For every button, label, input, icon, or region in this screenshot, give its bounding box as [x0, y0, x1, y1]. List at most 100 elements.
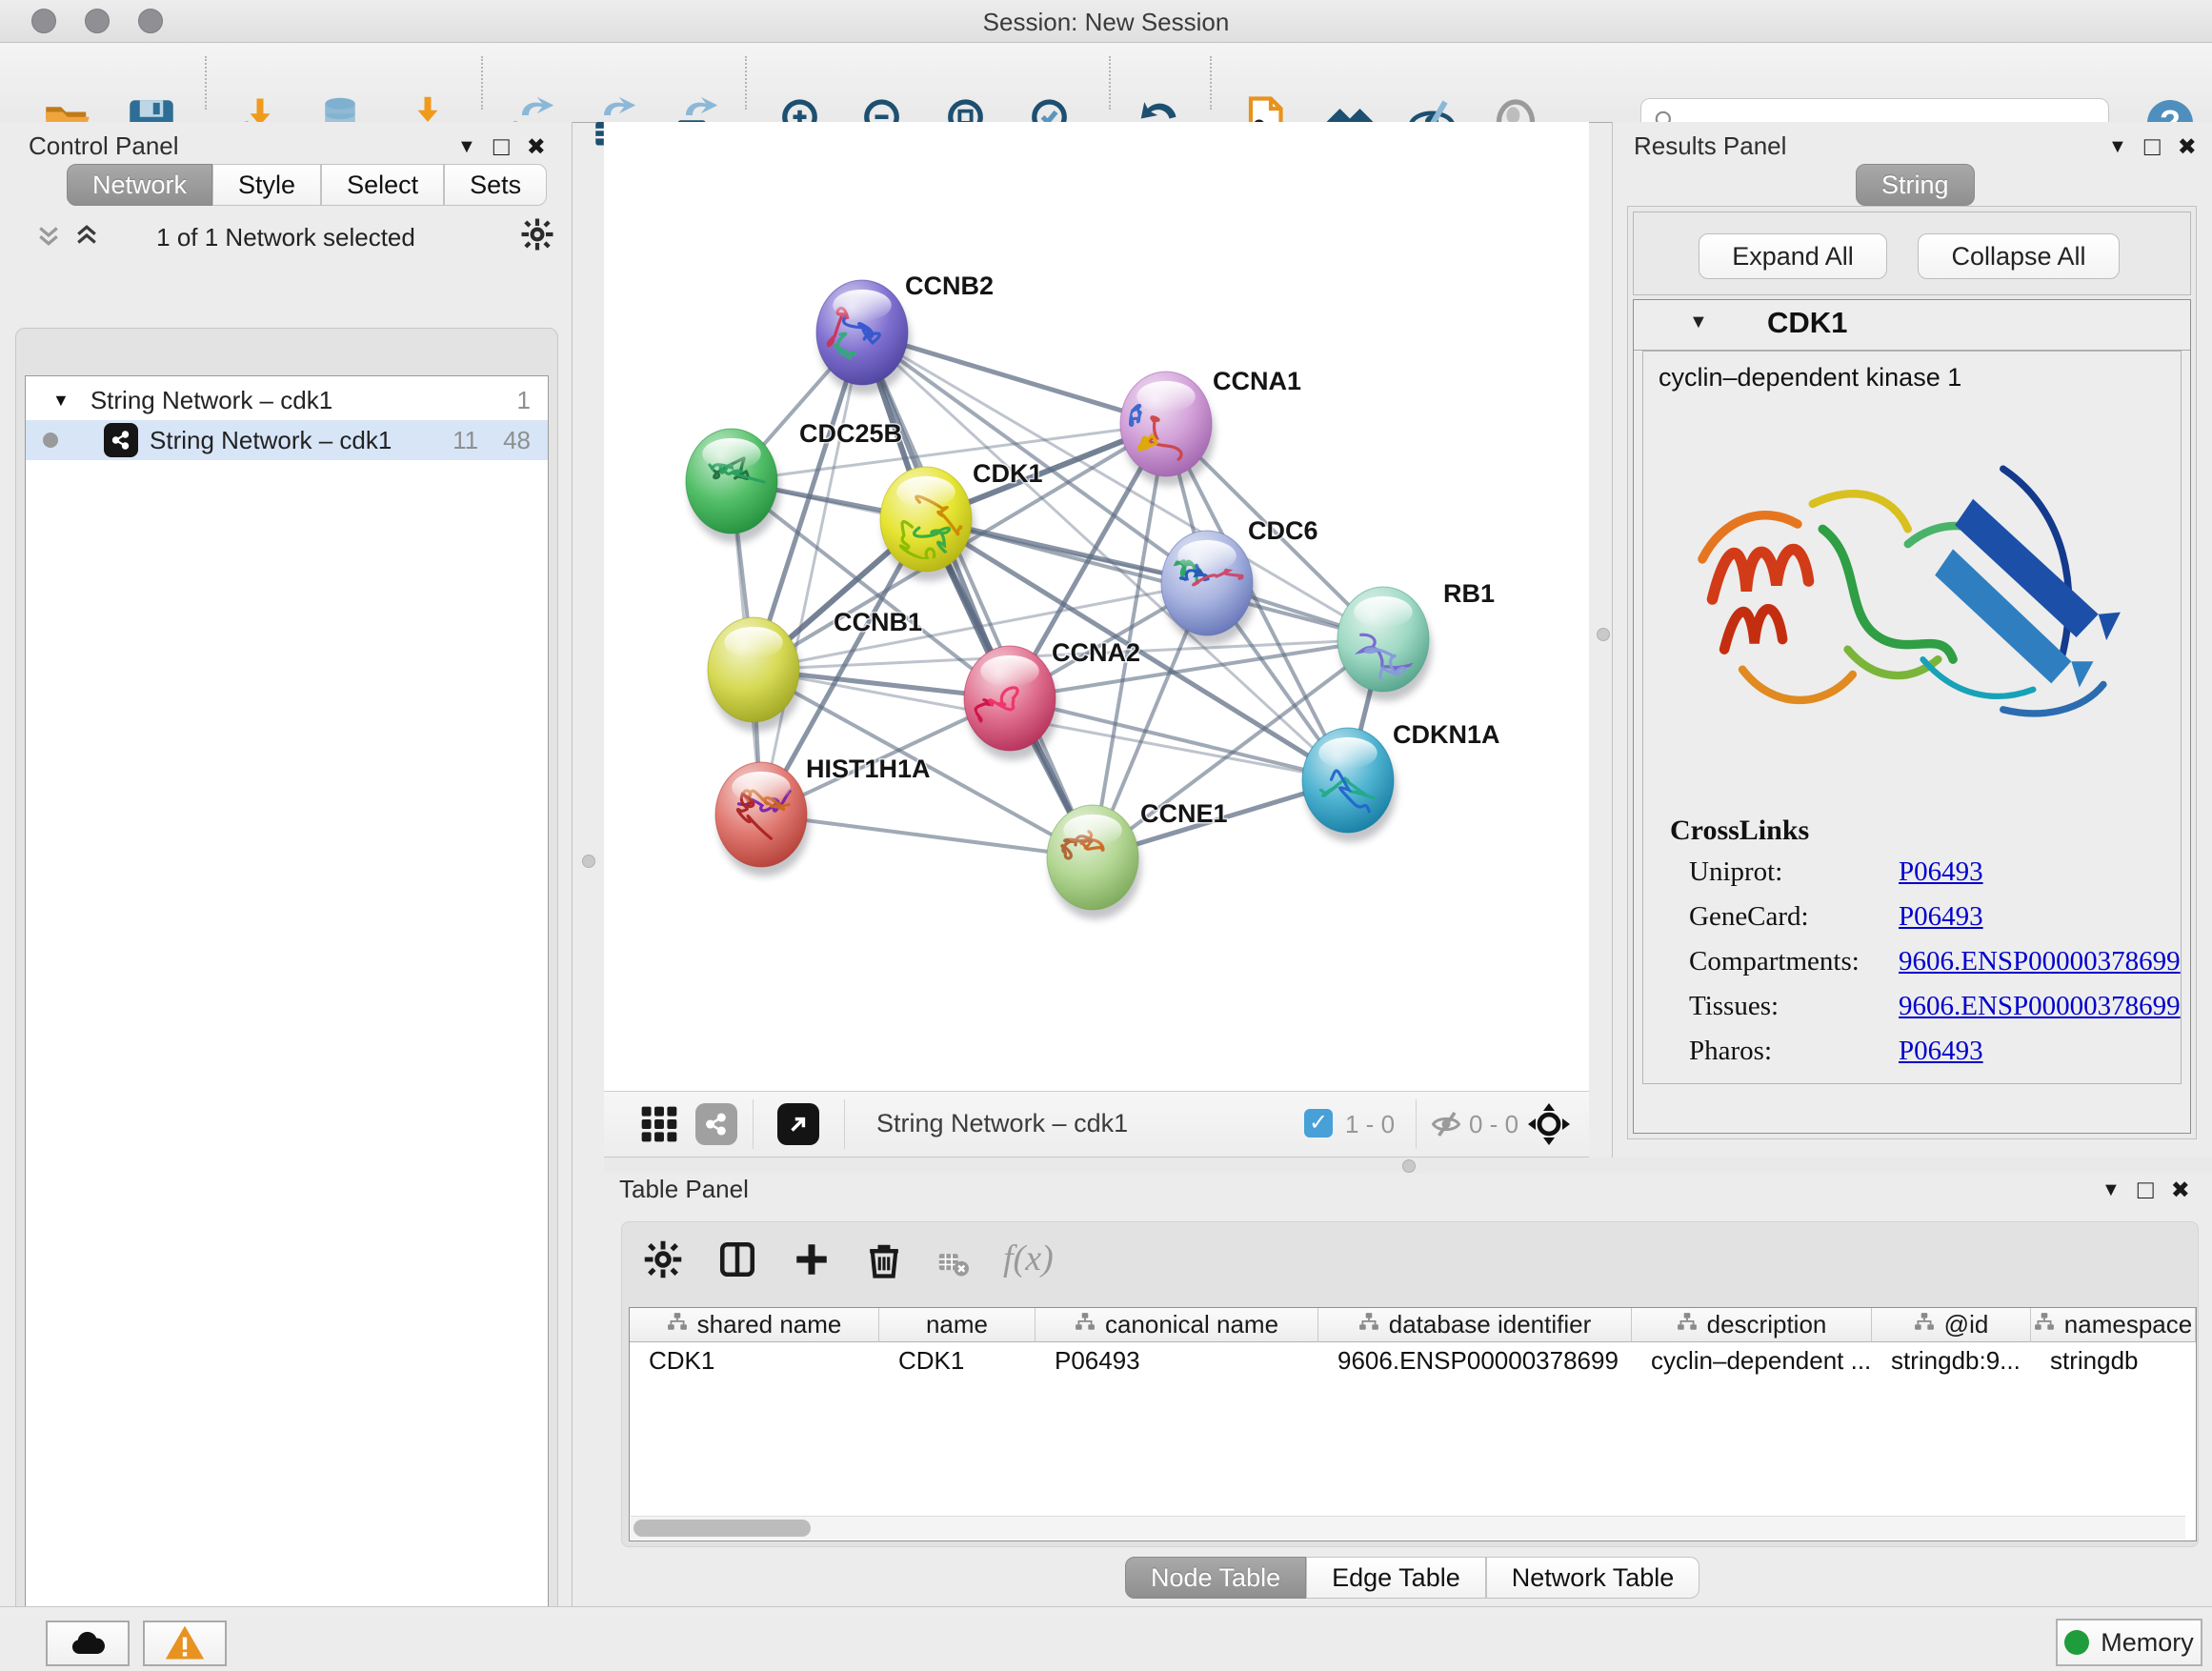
- table-panel-tabs: Node TableEdge TableNetwork Table: [1125, 1557, 1699, 1599]
- network-node-CDC25B[interactable]: CDC25B: [686, 419, 902, 543]
- hidden-node-edge-counts: 0 - 0: [1469, 1110, 1518, 1139]
- bottom-splitter-handle[interactable]: [1402, 1159, 1416, 1173]
- network-collection-row[interactable]: ▼ String Network – cdk1 1: [26, 380, 548, 420]
- main-toolbar: ?: [0, 43, 2212, 123]
- control-panel-tabs: NetworkStyleSelectSets: [67, 164, 547, 206]
- table-cell[interactable]: 9606.ENSP00000378699: [1318, 1342, 1632, 1379]
- network-node-CDKN1A[interactable]: CDKN1A: [1302, 720, 1500, 842]
- left-splitter-handle[interactable]: [582, 855, 595, 868]
- birdseye-view-button[interactable]: [1526, 1101, 1572, 1152]
- network-node-CCNB2[interactable]: CCNB2: [816, 272, 994, 394]
- table-panel-maximize-icon[interactable]: □: [2138, 1175, 2154, 1205]
- control-panel-float-icon[interactable]: ▼: [457, 136, 476, 158]
- column-header-name[interactable]: name: [879, 1308, 1036, 1342]
- tab-network-table[interactable]: Network Table: [1486, 1557, 1700, 1599]
- results-buttons-box: Expand All Collapse All: [1633, 211, 2191, 295]
- gene-collapse-icon[interactable]: ▼: [1689, 312, 1708, 333]
- toolbar-separator: [1210, 56, 1212, 110]
- warnings-button[interactable]: [143, 1621, 227, 1666]
- network-node-RB1[interactable]: RB1: [1337, 579, 1495, 701]
- netbar-separator: [1416, 1099, 1417, 1149]
- table-panel-float-icon[interactable]: ▼: [2101, 1179, 2121, 1201]
- network-node-CDK1[interactable]: CDK1: [880, 459, 1043, 581]
- gene-details-box: cyclin–dependent kinase 1: [1642, 351, 2182, 1084]
- table-horizontal-scrollbar[interactable]: [631, 1516, 2185, 1540]
- node-label: CDC25B: [799, 419, 902, 448]
- function-builder-button[interactable]: f(x): [1003, 1238, 1054, 1279]
- selected-nodes-checkbox[interactable]: ✓: [1304, 1109, 1333, 1137]
- network-row[interactable]: String Network – cdk1 11 48: [26, 420, 548, 460]
- table-cell[interactable]: CDK1: [630, 1342, 879, 1379]
- column-type-icon: [1075, 1310, 1096, 1339]
- string-view-button[interactable]: [695, 1103, 737, 1145]
- crosslink-link[interactable]: 9606.ENSP00000378699: [1899, 946, 2181, 977]
- control-panel-title: Control Panel: [29, 131, 179, 161]
- tab-edge-table[interactable]: Edge Table: [1306, 1557, 1486, 1599]
- network-node-CCNE1[interactable]: CCNE1: [1047, 799, 1228, 919]
- network-name: String Network – cdk1: [150, 426, 392, 455]
- delete-table-button[interactable]: [936, 1247, 969, 1284]
- results-tab-string[interactable]: String: [1856, 164, 1975, 206]
- table-options-gear-button[interactable]: [643, 1239, 683, 1284]
- results-panel-float-icon[interactable]: ▼: [2108, 136, 2127, 158]
- tree-expander-icon[interactable]: ▼: [52, 391, 70, 411]
- column-type-icon: [1677, 1310, 1698, 1339]
- create-column-button[interactable]: [792, 1239, 832, 1284]
- hidden-elements-icon: [1429, 1107, 1463, 1146]
- column-header-namespace[interactable]: namespace: [2031, 1308, 2196, 1342]
- network-node-HIST1H1A[interactable]: HIST1H1A: [715, 755, 931, 876]
- show-columns-button[interactable]: [717, 1239, 757, 1284]
- protein-structure-image[interactable]: [1672, 409, 2154, 790]
- table-cell[interactable]: stringdb:9...: [1872, 1342, 2031, 1379]
- control-panel-close-icon[interactable]: ✖: [527, 133, 546, 161]
- right-splitter-handle[interactable]: [1597, 628, 1610, 641]
- network-options-gear-icon[interactable]: [520, 217, 554, 256]
- results-panel-maximize-icon[interactable]: □: [2144, 131, 2161, 162]
- memory-button[interactable]: Memory: [2056, 1619, 2202, 1666]
- table-cell[interactable]: P06493: [1036, 1342, 1318, 1379]
- crosslink-label: GeneCard:: [1689, 901, 1809, 932]
- current-network-name: String Network – cdk1: [876, 1109, 1128, 1138]
- network-edge[interactable]: [761, 815, 1093, 857]
- crosslink-row: Compartments:9606.ENSP00000378699: [1689, 946, 2165, 977]
- tab-sets[interactable]: Sets: [444, 164, 547, 206]
- node-table: shared name namecanonical namedatabase id…: [629, 1307, 2197, 1541]
- network-node-CCNB1[interactable]: CCNB1: [708, 608, 922, 732]
- table-cell[interactable]: cyclin–dependent ...: [1632, 1342, 1872, 1379]
- tab-node-table[interactable]: Node Table: [1125, 1557, 1306, 1599]
- gene-description: cyclin–dependent kinase 1: [1659, 363, 1961, 393]
- network-node-CDC6[interactable]: CDC6: [1161, 516, 1318, 645]
- crosslink-link[interactable]: P06493: [1899, 856, 1983, 888]
- table-cell[interactable]: stringdb: [2031, 1342, 2196, 1379]
- cloud-status-button[interactable]: [46, 1621, 130, 1666]
- crosslink-link[interactable]: P06493: [1899, 901, 1983, 933]
- crosslink-link[interactable]: P06493: [1899, 1036, 1983, 1067]
- collection-name: String Network – cdk1: [90, 386, 332, 415]
- column-header-shared-name[interactable]: shared name: [630, 1308, 879, 1342]
- show-grid-button[interactable]: [638, 1103, 680, 1150]
- scrollbar-thumb[interactable]: [633, 1520, 811, 1537]
- node-label: CDK1: [973, 459, 1043, 488]
- column-header-database-identifier[interactable]: database identifier: [1318, 1308, 1632, 1342]
- column-header-canonical-name[interactable]: canonical name: [1036, 1308, 1318, 1342]
- crosslink-link[interactable]: 9606.ENSP00000378699: [1899, 991, 2181, 1022]
- expand-all-button[interactable]: Expand All: [1699, 233, 1887, 279]
- column-header-description[interactable]: description: [1632, 1308, 1872, 1342]
- column-header--id[interactable]: @id: [1872, 1308, 2031, 1342]
- network-canvas[interactable]: CCNB2CCNA1CDC25BCDK1CDC6RB1CCNB1CCNA2CDK…: [604, 122, 1589, 1091]
- tab-network[interactable]: Network: [67, 164, 212, 206]
- table-cell[interactable]: CDK1: [879, 1342, 1036, 1379]
- network-list: ▼ String Network – cdk1 1 String Network…: [25, 375, 549, 1671]
- network-node-count: 11: [452, 426, 478, 455]
- delete-columns-button[interactable]: [864, 1239, 904, 1284]
- results-panel-close-icon[interactable]: ✖: [2178, 133, 2197, 161]
- table-panel-close-icon[interactable]: ✖: [2171, 1177, 2190, 1204]
- tab-select[interactable]: Select: [321, 164, 444, 206]
- column-type-icon: [667, 1310, 688, 1339]
- collapse-all-button[interactable]: Collapse All: [1918, 233, 2120, 279]
- control-panel-maximize-icon[interactable]: □: [493, 131, 510, 162]
- open-in-new-window-button[interactable]: [777, 1103, 819, 1145]
- status-bar: Memory: [0, 1606, 2212, 1671]
- column-label: shared name: [697, 1310, 842, 1339]
- tab-style[interactable]: Style: [212, 164, 321, 206]
